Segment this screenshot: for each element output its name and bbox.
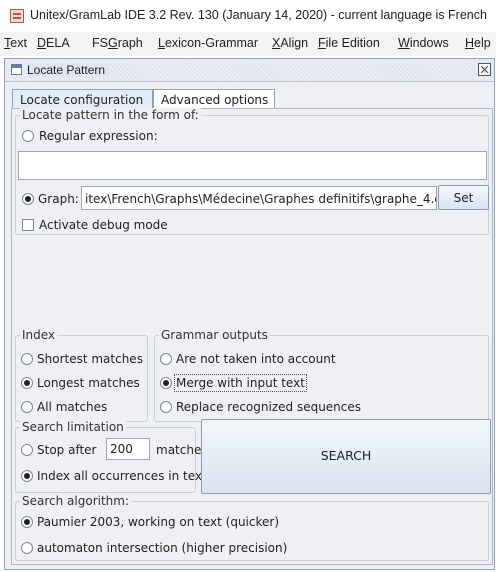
outputs-replace-radio[interactable]: [160, 401, 172, 413]
debug-checkbox[interactable]: [22, 219, 34, 231]
internal-frame-title-bar[interactable]: Locate Pattern: [5, 59, 494, 82]
set-button[interactable]: Set: [438, 185, 489, 210]
longest-matches-radio[interactable]: [21, 377, 33, 389]
search-algorithm-group: Search algorithm: Paumier 2003, working …: [15, 494, 489, 561]
outputs-ignore-label: Are not taken into account: [176, 352, 336, 366]
outputs-merge-label: Merge with input text: [174, 374, 307, 392]
search-limitation-group: Search limitation Stop after 200 matches…: [15, 420, 208, 493]
menu-help[interactable]: Help: [465, 36, 491, 50]
menu-bar: Text DELA FSGraph Lexicon-Grammar XAlign…: [0, 32, 496, 56]
search-limitation-label: Search limitation: [20, 420, 126, 434]
close-icon[interactable]: [478, 63, 491, 76]
outputs-replace-label: Replace recognized sequences: [176, 400, 362, 414]
algorithm-intersection-label: automaton intersection (higher precision…: [37, 541, 288, 555]
search-button[interactable]: SEARCH: [201, 419, 491, 494]
menu-fsgraph[interactable]: FSGraph: [92, 36, 143, 50]
menu-dela[interactable]: DELA: [37, 36, 70, 50]
graph-label: Graph:: [38, 192, 79, 206]
dialog-title: Locate Pattern: [27, 63, 110, 77]
debug-label: Activate debug mode: [39, 218, 168, 232]
menu-lexicon-grammar[interactable]: Lexicon-Grammar: [158, 36, 258, 50]
graph-radio[interactable]: [22, 193, 34, 205]
algorithm-intersection-radio[interactable]: [21, 542, 33, 554]
regex-input[interactable]: [18, 151, 487, 180]
menu-text[interactable]: Text: [4, 36, 27, 50]
menu-xalign[interactable]: XAlign: [272, 36, 308, 50]
title-bar: Unitex/GramLab IDE 3.2 Rev. 130 (January…: [0, 0, 496, 32]
menu-file-edition[interactable]: File Edition: [318, 36, 380, 50]
graph-path-input[interactable]: itex\French\Graphs\Médecine\Graphes defi…: [81, 186, 437, 210]
match-count-input[interactable]: 200: [106, 438, 150, 460]
index-all-radio[interactable]: [21, 470, 33, 482]
stop-after-label: Stop after: [37, 443, 97, 457]
menu-windows[interactable]: Windows: [398, 36, 449, 50]
tab-locate-configuration[interactable]: Locate configuration: [12, 89, 153, 109]
outputs-ignore-radio[interactable]: [160, 353, 172, 365]
algorithm-paumier-radio[interactable]: [21, 516, 33, 528]
outputs-merge-radio[interactable]: [160, 377, 172, 389]
search-algorithm-label: Search algorithm:: [20, 494, 131, 508]
app-icon: [10, 9, 24, 23]
longest-matches-label: Longest matches: [37, 376, 140, 390]
shortest-matches-label: Shortest matches: [37, 352, 143, 366]
shortest-matches-radio[interactable]: [21, 353, 33, 365]
matches-label: matches: [156, 443, 208, 457]
regex-label: Regular expression:: [39, 129, 158, 143]
index-group: Index Shortest matches Longest matches A…: [15, 328, 148, 422]
index-group-label: Index: [20, 328, 58, 342]
algorithm-paumier-label: Paumier 2003, working on text (quicker): [37, 515, 280, 529]
locate-pattern-window: Locate Pattern Locate configuration Adva…: [4, 58, 495, 570]
tab-panel: Locate pattern in the form of: Regular e…: [11, 108, 493, 565]
all-matches-label: All matches: [37, 400, 108, 414]
stop-after-radio[interactable]: [21, 444, 33, 456]
pattern-group-label: Locate pattern in the form of:: [20, 108, 201, 122]
index-all-label: Index all occurrences in text: [37, 469, 207, 483]
window-title: Unitex/GramLab IDE 3.2 Rev. 130 (January…: [30, 8, 487, 22]
tab-advanced-options[interactable]: Advanced options: [153, 89, 275, 109]
grammar-outputs-label: Grammar outputs: [159, 328, 270, 342]
window-icon: [11, 64, 22, 75]
regex-radio[interactable]: [22, 130, 34, 142]
grammar-outputs-group: Grammar outputs Are not taken into accou…: [154, 328, 489, 422]
pattern-group: Locate pattern in the form of: Regular e…: [15, 108, 489, 235]
all-matches-radio[interactable]: [21, 401, 33, 413]
